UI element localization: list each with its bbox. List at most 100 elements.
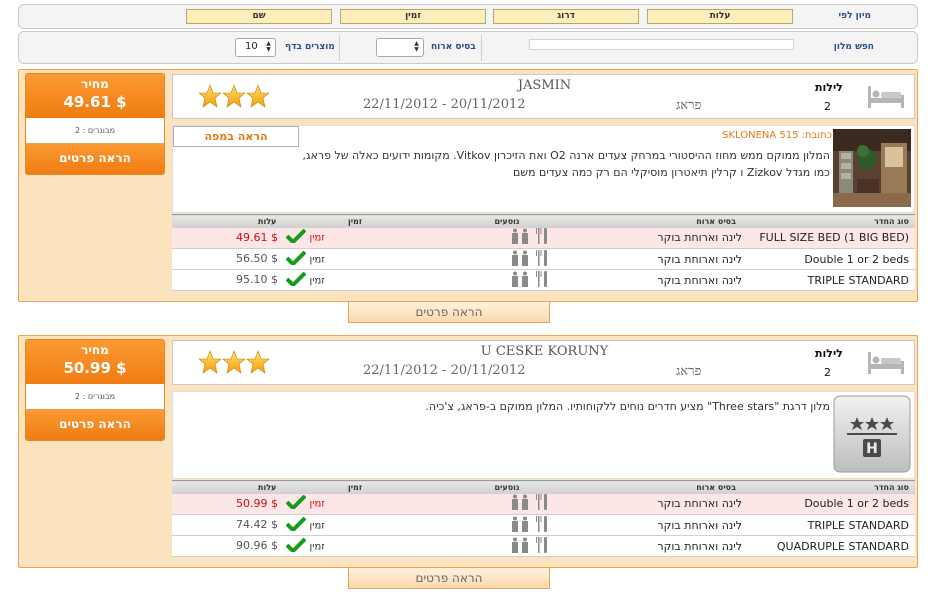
sort-button-rating[interactable]: דרוג bbox=[493, 9, 639, 24]
hotel-placeholder-icon: H bbox=[833, 395, 911, 473]
bed-icon bbox=[867, 86, 905, 111]
price-box: מחיר 50.99 $ מבוגרים : 2 הראה פרטים bbox=[25, 339, 165, 441]
bed-icon bbox=[867, 352, 905, 377]
nights-value: 2 bbox=[824, 100, 831, 113]
room-price: 74.42 $ bbox=[236, 518, 278, 531]
hotel-card: מחיר 50.99 $ מבוגרים : 2 הראה פרטים U CE… bbox=[18, 335, 918, 568]
table-row[interactable]: 95.10 $ זמין לינה וארוחת בוקר TRIPLE STA… bbox=[172, 269, 915, 291]
room-price: 90.96 $ bbox=[236, 539, 278, 552]
col-header-room-type: סוג החדר bbox=[744, 214, 915, 228]
sort-bar: שם זמין דרוג עלות מיון לפי bbox=[18, 4, 918, 29]
room-board: לינה וארוחת בוקר bbox=[590, 514, 744, 536]
rooms-table: עלות זמין נוסעים בסיס ארוח סוג החדר 49.6… bbox=[172, 214, 915, 291]
room-availability: זמין bbox=[309, 275, 325, 286]
room-passengers bbox=[424, 535, 590, 557]
hotel-photo bbox=[833, 129, 911, 207]
fork-knife-icon bbox=[535, 228, 548, 247]
adults-count: מבוגרים : 2 bbox=[26, 118, 164, 144]
person-icon bbox=[510, 494, 532, 513]
show-details-button[interactable]: הראה פרטים bbox=[26, 144, 164, 174]
col-header-cost: עלות bbox=[172, 214, 286, 228]
show-details-button[interactable]: הראה פרטים bbox=[26, 410, 164, 440]
col-header-board: בסיס ארוח bbox=[590, 480, 744, 494]
room-passengers bbox=[424, 514, 590, 536]
col-header-availability: זמין bbox=[286, 214, 424, 228]
per-page-value: 10 bbox=[245, 41, 258, 52]
show-details-tab[interactable]: הראה פרטים bbox=[348, 568, 550, 589]
room-availability: זמין bbox=[309, 520, 325, 531]
room-price: 56.50 $ bbox=[236, 252, 278, 265]
table-row[interactable]: 49.61 $ זמין לינה וארוחת בוקר FULL SIZE … bbox=[172, 227, 915, 249]
price-label: מחיר bbox=[81, 343, 109, 357]
room-type: TRIPLE STANDARD bbox=[744, 269, 915, 291]
hotel-dates: 22/11/2012 - 20/11/2012 bbox=[363, 363, 526, 378]
board-select[interactable]: ▲ ▼ bbox=[376, 38, 424, 57]
fork-knife-icon bbox=[535, 494, 548, 513]
col-header-room-type: סוג החדר bbox=[744, 480, 915, 494]
show-details-tab[interactable]: הראה פרטים bbox=[348, 302, 550, 323]
room-board: לינה וארוחת בוקר bbox=[590, 493, 744, 515]
check-icon bbox=[285, 271, 307, 289]
room-passengers bbox=[424, 227, 590, 249]
hotel-info: מלון דרגת "Three stars" מציע חדרים נוחים… bbox=[172, 391, 915, 479]
sort-button-name[interactable]: שם bbox=[186, 9, 332, 24]
room-price: 49.61 $ bbox=[236, 230, 278, 244]
address-value: SKLONENA 515 bbox=[722, 130, 799, 141]
hotel-city: פראג bbox=[676, 98, 702, 113]
person-icon bbox=[510, 271, 532, 290]
room-board: לינה וארוחת בוקר bbox=[590, 227, 744, 249]
room-type: QUADRUPLE STANDARD bbox=[744, 535, 915, 557]
sort-button-availability[interactable]: זמין bbox=[340, 9, 486, 24]
spinner-arrows-icon: ▲ ▼ bbox=[414, 40, 419, 53]
room-passengers bbox=[424, 269, 590, 291]
table-row[interactable]: 50.99 $ זמין לינה וארוחת בוקר Double 1 o… bbox=[172, 493, 915, 515]
fork-knife-icon bbox=[535, 249, 548, 269]
check-icon bbox=[285, 228, 307, 246]
fork-knife-icon bbox=[535, 515, 548, 535]
room-price: 95.10 $ bbox=[236, 273, 278, 286]
nights-value: 2 bbox=[824, 366, 831, 379]
hotel-dates: 22/11/2012 - 20/11/2012 bbox=[363, 97, 526, 112]
sort-button-cost[interactable]: עלות bbox=[647, 9, 793, 24]
hotel-name: U CESKE KORUNY bbox=[480, 344, 609, 359]
room-availability: זמין bbox=[309, 254, 325, 265]
search-bar: 10 ▲ ▼ מוצרים בדף ▲ ▼ בסיס ארוח חפש מלון bbox=[18, 31, 918, 64]
sort-by-label: מיון לפי bbox=[838, 11, 872, 21]
hotel-header: U CESKE KORUNY 22/11/2012 - 20/11/2012 פ… bbox=[172, 340, 915, 385]
svg-text:H: H bbox=[866, 441, 878, 457]
hotel-card: מחיר 49.61 $ מבוגרים : 2 הראה פרטים JASM… bbox=[18, 69, 918, 302]
hotel-search-input[interactable] bbox=[529, 39, 794, 50]
price-box: מחיר 49.61 $ מבוגרים : 2 הראה פרטים bbox=[25, 73, 165, 175]
person-icon bbox=[510, 250, 532, 269]
hotel-description-line: כמו מגדל Zizkov ו קרלין תיאטרון מוסיקלי … bbox=[512, 166, 830, 179]
check-icon bbox=[285, 516, 307, 534]
col-header-cost: עלות bbox=[172, 480, 286, 494]
person-icon bbox=[510, 516, 532, 535]
price-label: מחיר bbox=[81, 77, 109, 91]
room-availability: זמין bbox=[309, 541, 325, 552]
table-row[interactable]: 90.96 $ זמין לינה וארוחת בוקר QUADRUPLE … bbox=[172, 535, 915, 557]
show-on-map-button[interactable]: הראה במפה bbox=[173, 126, 299, 147]
room-availability: זמין bbox=[309, 232, 325, 244]
table-row[interactable]: 74.42 $ זמין לינה וארוחת בוקר TRIPLE STA… bbox=[172, 514, 915, 536]
hotel-search-label: חפש מלון bbox=[833, 42, 874, 52]
room-availability: זמין bbox=[309, 498, 325, 510]
rooms-table: עלות זמין נוסעים בסיס ארוח סוג החדר 50.9… bbox=[172, 480, 915, 557]
check-icon bbox=[285, 537, 307, 555]
price-value: 50.99 $ bbox=[63, 359, 127, 377]
room-board: לינה וארוחת בוקר bbox=[590, 269, 744, 291]
per-page-label: מוצרים בדף bbox=[285, 42, 335, 52]
hotel-header: JASMIN 22/11/2012 - 20/11/2012 פראג לילו… bbox=[172, 74, 915, 119]
spinner-arrows-icon: ▲ ▼ bbox=[266, 40, 271, 53]
room-type: Double 1 or 2 beds bbox=[744, 493, 915, 515]
fork-knife-icon bbox=[535, 270, 548, 290]
adults-count: מבוגרים : 2 bbox=[26, 384, 164, 410]
nights-label: לילות bbox=[815, 81, 843, 94]
col-header-passengers: נוסעים bbox=[424, 214, 590, 228]
room-board: לינה וארוחת בוקר bbox=[590, 248, 744, 270]
divider bbox=[481, 35, 482, 61]
per-page-select[interactable]: 10 ▲ ▼ bbox=[235, 38, 276, 57]
table-row[interactable]: 56.50 $ זמין לינה וארוחת בוקר Double 1 o… bbox=[172, 248, 915, 270]
nights-label: לילות bbox=[815, 347, 843, 360]
room-board: לינה וארוחת בוקר bbox=[590, 535, 744, 557]
